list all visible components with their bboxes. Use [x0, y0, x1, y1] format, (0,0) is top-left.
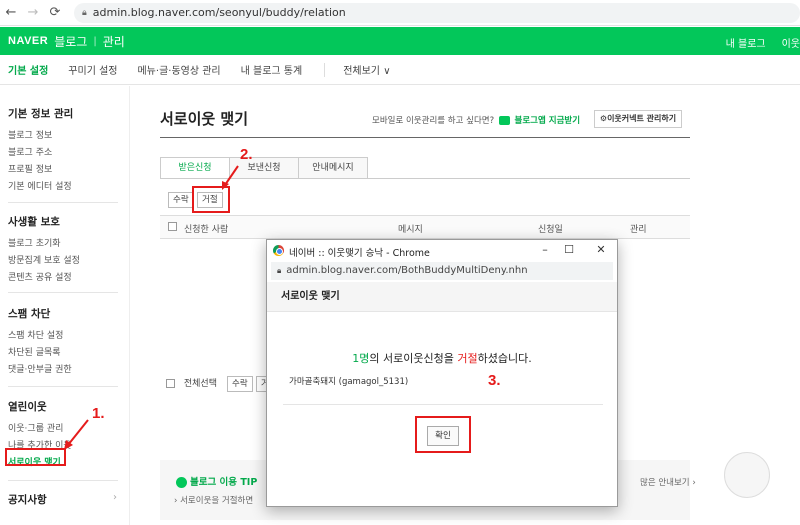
annotation-arrow-1	[67, 419, 89, 446]
annotation-number-3: 3.	[488, 372, 501, 389]
maximize-icon[interactable]: ☐	[561, 243, 577, 256]
minimize-icon[interactable]: –	[537, 243, 553, 256]
popup-address-bar: 🔒︎ admin.blog.naver.com/BothBuddyMultiDen…	[271, 262, 613, 280]
popup-divider	[283, 404, 603, 405]
rejected-user-name: 가마골축돼지 (gamagol_5131)	[289, 377, 409, 387]
annotation-number-2: 2.	[240, 146, 253, 163]
popup-title: 네이버 :: 이웃맺기 승낙 - Chrome	[289, 248, 430, 259]
popup-titlebar: 네이버 :: 이웃맺기 승낙 - Chrome – ☐ ✕	[267, 240, 617, 262]
msg-count: 1명	[352, 352, 370, 365]
lock-icon: 🔒︎	[277, 266, 282, 275]
annotation-arrow-2	[224, 165, 239, 186]
annotation-box-reject	[192, 186, 230, 213]
msg-reject: 거절	[457, 352, 478, 365]
popup-header: 서로이웃 맺기	[267, 282, 617, 312]
popup-message: 1명의 서로이웃신청을 거절하셨습니다.	[352, 352, 532, 365]
chrome-icon	[273, 245, 284, 256]
close-icon[interactable]: ✕	[593, 243, 609, 256]
annotation-box-confirm	[415, 416, 471, 453]
reject-confirm-popup: 네이버 :: 이웃맺기 승낙 - Chrome – ☐ ✕ 🔒︎ admin.bl…	[266, 239, 618, 507]
